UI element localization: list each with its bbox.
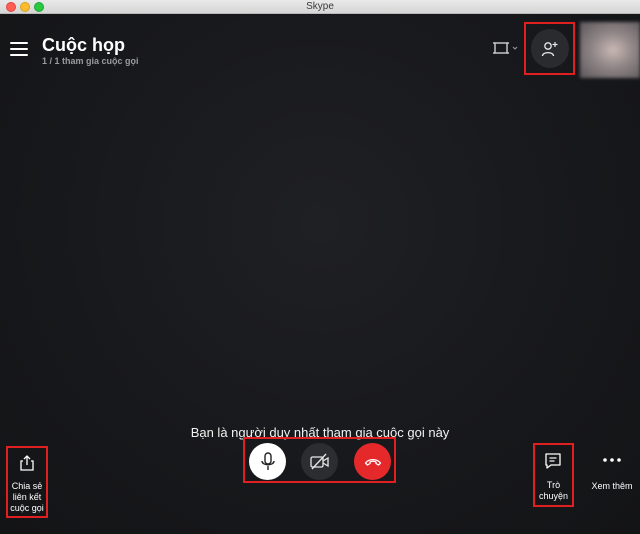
video-off-icon (309, 453, 329, 469)
layout-switch-icon (493, 42, 518, 54)
toggle-video-button[interactable] (301, 443, 338, 480)
hang-up-icon (364, 458, 381, 466)
hamburger-menu-icon[interactable] (10, 42, 28, 56)
chat-button[interactable]: Trò chuyện (533, 443, 574, 507)
add-participant-button[interactable] (531, 29, 569, 68)
more-options-label: Xem thêm (591, 481, 633, 491)
share-link-button[interactable]: Chia sẻ liên kết cuộc gọi (6, 446, 48, 518)
share-link-label: Chia sẻ liên kết cuộc gọi (10, 481, 44, 513)
layout-switch-button[interactable] (492, 39, 520, 57)
page-title: Cuộc họp (42, 35, 125, 55)
mute-microphone-button[interactable] (249, 443, 286, 480)
add-participant-highlight (524, 22, 575, 75)
more-dots-icon (603, 458, 621, 462)
chat-icon (545, 453, 561, 469)
window-title: Skype (306, 1, 334, 12)
participant-count: 1 / 1 tham gia cuộc gọi (42, 56, 139, 66)
add-person-icon (541, 41, 558, 56)
share-icon (20, 455, 34, 471)
self-video-preview[interactable] (580, 22, 640, 78)
window-titlebar: Skype (0, 0, 640, 14)
chat-label: Trò chuyện (538, 480, 569, 501)
call-controls-highlight (243, 437, 396, 483)
end-call-button[interactable] (354, 443, 391, 480)
microphone-icon (260, 451, 275, 470)
more-options-button[interactable]: Xem thêm (586, 450, 638, 500)
